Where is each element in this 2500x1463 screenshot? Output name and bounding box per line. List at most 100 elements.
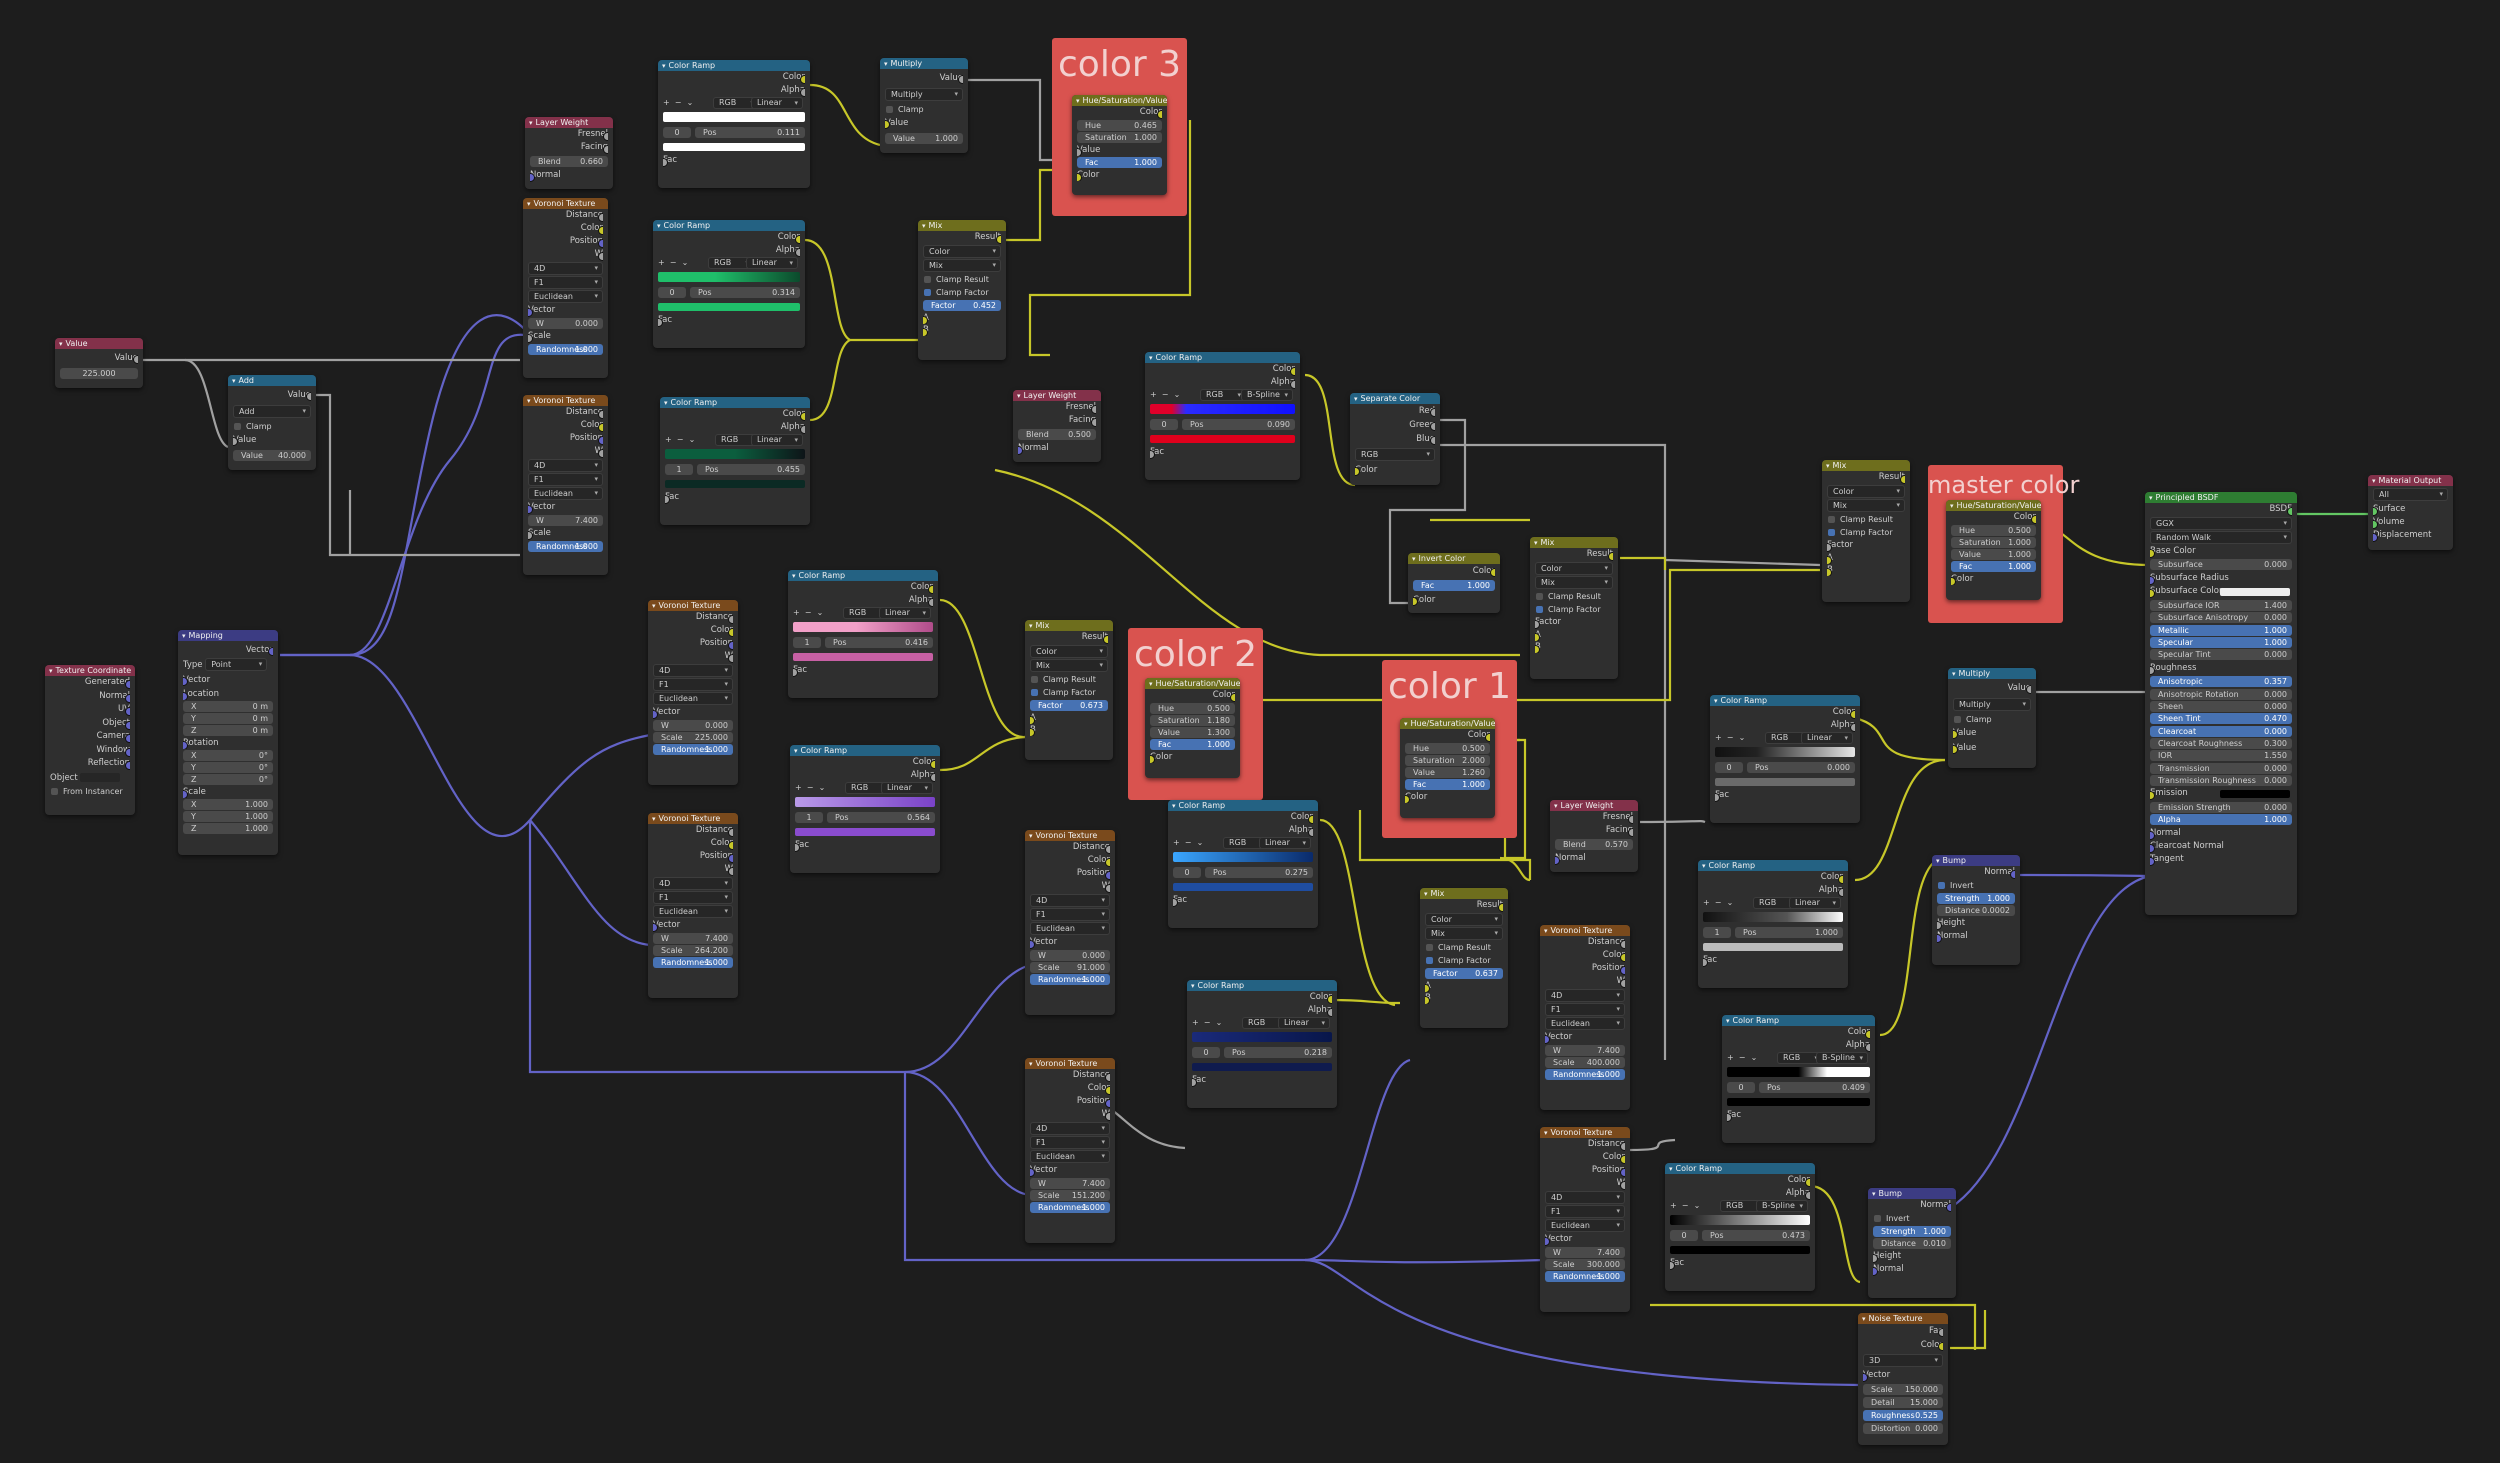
randomness-field[interactable]: Randomness 1.000 xyxy=(1545,1271,1625,1282)
node-header[interactable]: ▾ Voronoi Texture xyxy=(648,600,738,611)
pos-field[interactable]: Pos 0.416 xyxy=(825,637,933,648)
distance-field[interactable]: Distance 0.010 xyxy=(1873,1238,1951,1249)
output-socket[interactable] xyxy=(598,410,603,419)
color-mode-dropdown[interactable]: RGB xyxy=(1200,389,1246,401)
bsdf-field[interactable]: Clearcoat 0.000 xyxy=(2150,725,2292,737)
remove-stop-icon[interactable]: − xyxy=(670,258,677,267)
interpolation-dropdown[interactable]: Linear xyxy=(1278,1017,1330,1029)
mode-dropdown[interactable]: RGB xyxy=(1355,448,1435,461)
node-header[interactable]: ▾ Color Ramp xyxy=(1145,352,1300,363)
ramp-gradient[interactable] xyxy=(795,797,935,807)
dimensions-dropdown[interactable]: 3D xyxy=(1863,1354,1943,1367)
output-socket[interactable] xyxy=(268,647,273,656)
data-type-dropdown[interactable]: Color xyxy=(1827,485,1905,498)
stop-color-swatch[interactable] xyxy=(1703,943,1843,951)
chevron-down-icon[interactable]: ⌄ xyxy=(819,783,826,792)
bsdf-field[interactable]: Emission Strength 0.000 xyxy=(2150,802,2292,814)
pos-field[interactable]: Pos 0.111 xyxy=(695,127,805,138)
clamp-result-checkbox[interactable]: Clamp Result xyxy=(923,273,1001,286)
output-socket[interactable] xyxy=(1620,1155,1625,1164)
operation-dropdown[interactable]: Add xyxy=(233,405,311,418)
detail-field[interactable]: Detail 15.000 xyxy=(1863,1397,1943,1408)
node-header[interactable]: ▾ Mapping xyxy=(178,630,278,641)
voronoi-dropdown[interactable]: Euclidean xyxy=(1030,1150,1110,1163)
stop-index-field[interactable]: 0 xyxy=(658,287,686,298)
node-header[interactable]: ▾ Voronoi Texture xyxy=(1540,925,1630,936)
node-header[interactable]: ▾ Color Ramp xyxy=(658,60,810,71)
clamp-checkbox[interactable]: Clamp xyxy=(885,103,963,116)
stop-color-swatch[interactable] xyxy=(793,653,933,661)
chevron-down-icon[interactable]: ⌄ xyxy=(687,98,694,107)
chevron-down-icon[interactable]: ⌄ xyxy=(689,435,696,444)
output-socket[interactable] xyxy=(728,641,733,650)
stop-index-field[interactable]: 0 xyxy=(1670,1230,1698,1241)
output-socket[interactable] xyxy=(800,88,805,97)
voronoi-texture-node[interactable]: ▾Voronoi TextureDistanceColorPositionW4D… xyxy=(1025,1058,1115,1243)
saturation-field[interactable]: Saturation 2.000 xyxy=(1405,755,1490,766)
bsdf-field[interactable]: Anisotropic Rotation 0.000 xyxy=(2150,688,2292,700)
add-stop-icon[interactable]: + xyxy=(793,608,800,617)
clamp-factor-checkbox[interactable]: Clamp Factor xyxy=(1030,686,1108,699)
operation-dropdown[interactable]: Multiply xyxy=(1953,698,2031,711)
voronoi-dropdown[interactable]: 4D xyxy=(1545,1191,1625,1204)
chevron-down-icon[interactable]: ⌄ xyxy=(1727,898,1734,907)
scale-field[interactable]: Scale 151.200 xyxy=(1030,1190,1110,1201)
node-header[interactable]: ▾ Mix xyxy=(918,220,1006,231)
node-header[interactable]: ▾ Principled BSDF xyxy=(2145,492,2297,503)
node-header[interactable]: ▾ Bump xyxy=(1932,855,2020,866)
target-dropdown[interactable]: All xyxy=(2373,488,2448,501)
output-socket[interactable] xyxy=(728,854,733,863)
node-header[interactable]: ▾ Voronoi Texture xyxy=(1025,830,1115,841)
rot-y[interactable]: Y 0° xyxy=(183,762,273,773)
stop-color-swatch[interactable] xyxy=(658,303,800,311)
distribution-dropdown[interactable]: GGX xyxy=(2150,517,2292,530)
w-field[interactable]: W 7.400 xyxy=(1545,1045,1625,1056)
stop-index-field[interactable]: 1 xyxy=(795,812,823,823)
clamp-result-checkbox[interactable]: Clamp Result xyxy=(1425,941,1503,954)
output-socket[interactable] xyxy=(2287,507,2292,516)
voronoi-dropdown[interactable]: F1 xyxy=(528,276,603,289)
fac-field[interactable]: Fac 1.000 xyxy=(1405,779,1490,790)
node-header[interactable]: ▾ Voronoi Texture xyxy=(523,198,608,209)
add-stop-icon[interactable]: + xyxy=(1715,733,1722,742)
output-socket[interactable] xyxy=(598,423,603,432)
output-socket[interactable] xyxy=(728,628,733,637)
output-socket[interactable] xyxy=(133,355,138,364)
stop-index-field[interactable]: 0 xyxy=(1727,1082,1755,1093)
ramp-toolbar[interactable]: + − ⌄RGBLinear xyxy=(795,782,935,794)
node-header[interactable]: ▾ Add xyxy=(228,375,316,386)
mapping-node[interactable]: ▾Mapping Vector Type Point Vector Locati… xyxy=(178,630,278,855)
fac-field[interactable]: Fac 1.000 xyxy=(1077,157,1162,168)
ramp-gradient[interactable] xyxy=(793,622,933,632)
ramp-toolbar[interactable]: + − ⌄RGBLinear xyxy=(1192,1017,1332,1029)
chevron-down-icon[interactable]: ⌄ xyxy=(682,258,689,267)
add-stop-icon[interactable]: + xyxy=(1727,1053,1734,1062)
ramp-gradient[interactable] xyxy=(1670,1215,1810,1225)
output-socket[interactable] xyxy=(1850,710,1855,719)
node-header[interactable]: ▾ Multiply xyxy=(880,58,968,69)
pos-field[interactable]: Pos 0.564 xyxy=(827,812,935,823)
w-field[interactable]: W 7.400 xyxy=(653,933,733,944)
node-header[interactable]: ▾ Color Ramp xyxy=(660,397,810,408)
strength-field[interactable]: Strength 1.000 xyxy=(1937,893,2015,904)
remove-stop-icon[interactable]: − xyxy=(807,783,814,792)
ramp-toolbar[interactable]: + − ⌄RGBLinear xyxy=(793,607,933,619)
ramp-toolbar[interactable]: + − ⌄RGBLinear xyxy=(1703,897,1843,909)
output-socket[interactable] xyxy=(1620,1168,1625,1177)
output-socket[interactable] xyxy=(1105,858,1110,867)
remove-stop-icon[interactable]: − xyxy=(1204,1018,1211,1027)
ramp-gradient[interactable] xyxy=(1703,912,1843,922)
output-socket[interactable] xyxy=(306,392,311,401)
output-socket[interactable] xyxy=(1290,367,1295,376)
pos-field[interactable]: Pos 0.314 xyxy=(690,287,800,298)
color-ramp-node[interactable]: ▾Color RampColorAlpha+ − ⌄RGBLinear 0 Pos0… xyxy=(1168,800,1318,928)
ramp-toolbar[interactable]: + − ⌄RGBB-Spline xyxy=(1727,1052,1870,1064)
output-socket[interactable] xyxy=(1838,888,1843,897)
output-socket[interactable] xyxy=(928,585,933,594)
output-socket[interactable] xyxy=(1327,995,1332,1004)
blend-field[interactable]: Blend 0.660 xyxy=(530,156,608,167)
type-row[interactable]: Type Point xyxy=(183,658,273,673)
output-socket[interactable] xyxy=(1105,1112,1110,1121)
add-stop-icon[interactable]: + xyxy=(1670,1201,1677,1210)
node-header[interactable]: ▾ Mix xyxy=(1025,620,1113,631)
